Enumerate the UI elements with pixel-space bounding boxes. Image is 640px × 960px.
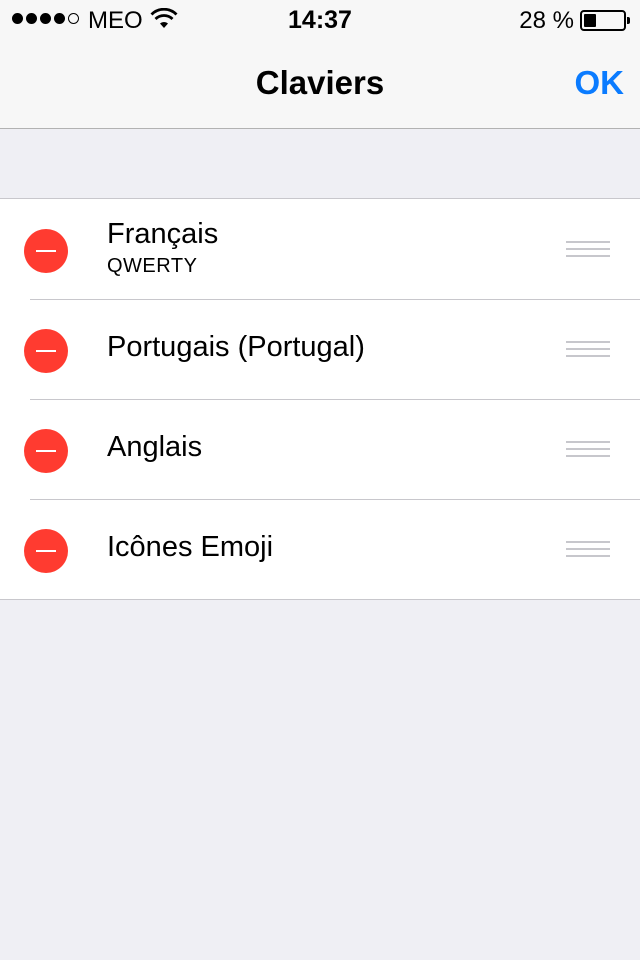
keyboard-name: Icônes Emoji [107, 531, 274, 563]
keyboards-screen: MEO 14:37 28 % Claviers OK Français QWER… [0, 0, 640, 960]
status-bar: MEO 14:37 28 % [0, 0, 640, 40]
top-bar: MEO 14:37 28 % Claviers OK [0, 0, 640, 129]
reorder-handle-icon[interactable] [566, 441, 610, 457]
keyboard-name: Portugais (Portugal) [107, 331, 365, 363]
keyboard-layout: QWERTY [107, 255, 198, 277]
battery-level [584, 14, 596, 27]
keyboard-list: Français QWERTY Portugais (Portugal) Ang… [0, 198, 640, 600]
delete-icon[interactable] [24, 429, 68, 473]
ok-button[interactable]: OK [575, 64, 625, 102]
keyboard-row-francais: Français QWERTY [0, 199, 640, 299]
navigation-bar: Claviers OK [0, 40, 640, 128]
delete-icon[interactable] [24, 329, 68, 373]
delete-icon[interactable] [24, 229, 68, 273]
reorder-handle-icon[interactable] [566, 241, 610, 257]
reorder-handle-icon[interactable] [566, 341, 610, 357]
keyboard-row-emoji: Icônes Emoji [0, 499, 640, 599]
battery-percent: 28 % [519, 7, 574, 34]
delete-icon[interactable] [24, 529, 68, 573]
keyboard-name: Français [107, 218, 219, 250]
keyboard-name: Anglais [107, 431, 203, 463]
keyboard-row-anglais: Anglais [0, 399, 640, 499]
battery-icon [580, 10, 630, 31]
reorder-handle-icon[interactable] [566, 541, 610, 557]
keyboard-row-portugais: Portugais (Portugal) [0, 299, 640, 399]
page-title: Claviers [255, 64, 385, 101]
